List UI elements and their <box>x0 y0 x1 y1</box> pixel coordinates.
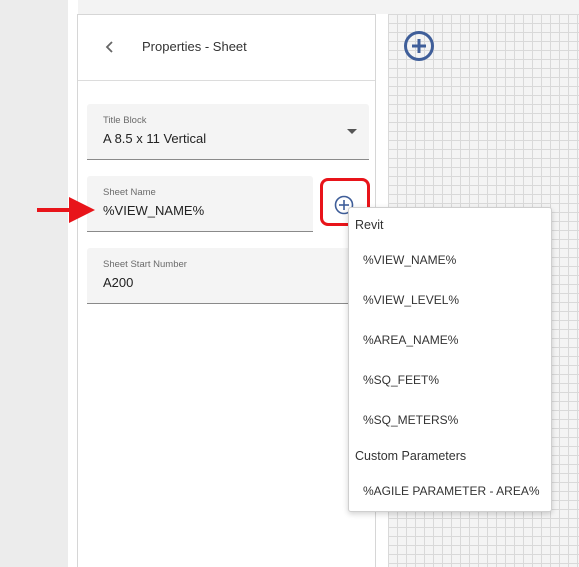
sheet-name-value[interactable]: %VIEW_NAME% <box>103 203 204 218</box>
menu-item-area-name[interactable]: %AREA_NAME% <box>363 333 458 347</box>
sheet-name-label: Sheet Name <box>103 187 156 198</box>
plus-circle-icon <box>404 31 434 61</box>
back-button[interactable] <box>100 37 120 57</box>
menu-item-agile-parameter-area[interactable]: %AGILE PARAMETER - AREA% <box>363 484 540 498</box>
title-block-label: Title Block <box>103 115 147 126</box>
menu-item-sq-meters[interactable]: %SQ_METERS% <box>363 413 458 427</box>
arrow-right-icon <box>37 196 97 224</box>
title-block-select[interactable]: Title Block A 8.5 x 11 Vertical <box>87 104 369 160</box>
menu-section-revit: Revit <box>355 218 384 232</box>
left-sidebar-strip <box>0 0 68 567</box>
title-block-value: A 8.5 x 11 Vertical <box>103 131 207 146</box>
properties-panel: Properties - Sheet Title Block A 8.5 x 1… <box>77 14 376 567</box>
sheet-start-number-field[interactable]: Sheet Start Number A200 <box>87 248 369 304</box>
canvas-add-button[interactable] <box>403 30 435 62</box>
menu-item-view-name[interactable]: %VIEW_NAME% <box>363 253 456 267</box>
sheet-start-number-label: Sheet Start Number <box>103 259 187 270</box>
menu-item-sq-feet[interactable]: %SQ_FEET% <box>363 373 439 387</box>
panel-header: Properties - Sheet <box>78 15 375 81</box>
caret-down-icon <box>347 129 357 134</box>
panel-title: Properties - Sheet <box>142 39 247 54</box>
sheet-start-number-value[interactable]: A200 <box>103 275 133 290</box>
sheet-name-field[interactable]: Sheet Name %VIEW_NAME% <box>87 176 313 232</box>
menu-section-custom-parameters: Custom Parameters <box>355 449 467 463</box>
chevron-left-icon <box>105 41 113 53</box>
top-strip <box>78 0 579 14</box>
parameter-menu: Revit %VIEW_NAME% %VIEW_LEVEL% %AREA_NAM… <box>348 207 552 512</box>
menu-item-view-level[interactable]: %VIEW_LEVEL% <box>363 293 459 307</box>
